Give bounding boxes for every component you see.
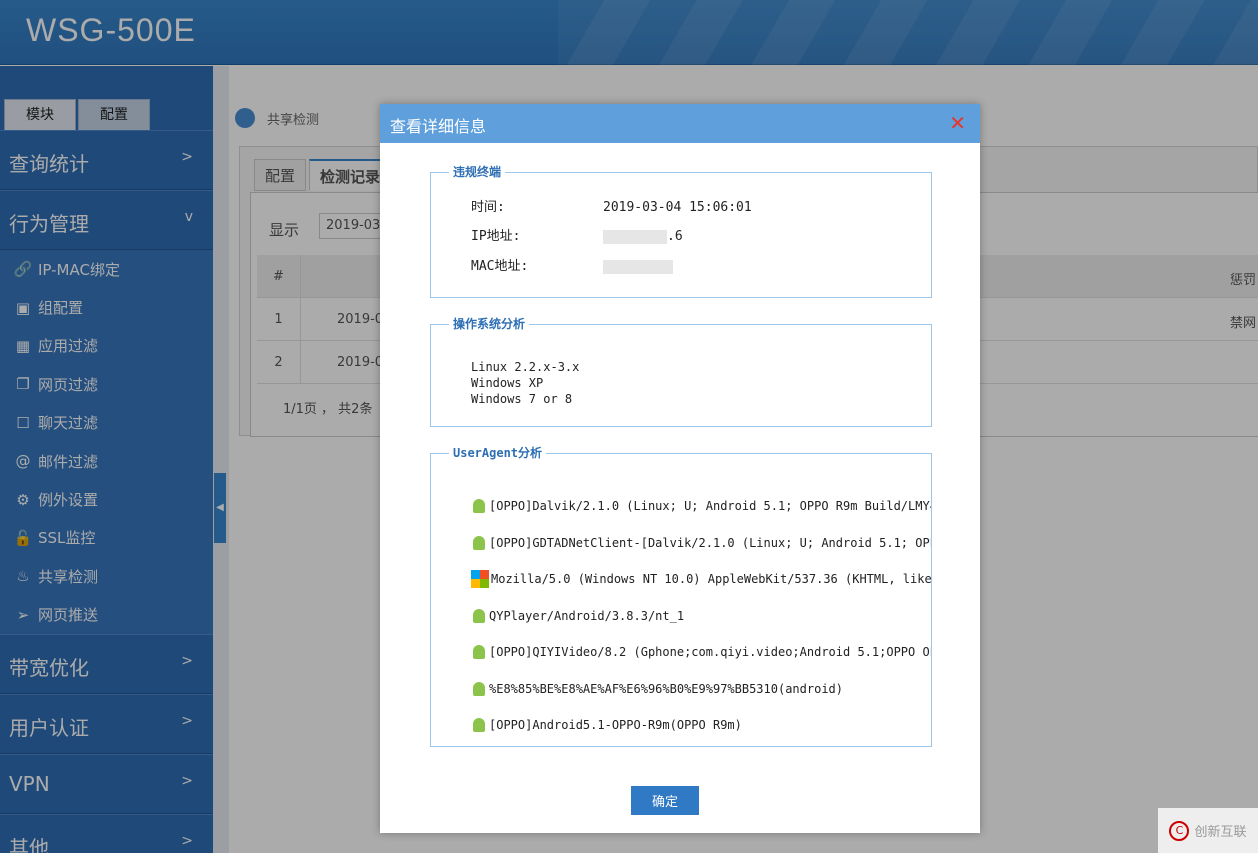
ua-fieldset: UserAgent分析 [OPPO]Dalvik/2.1.0 (Linux; U… [430,444,932,747]
ua-item: [OPPO]Dalvik/2.1.0 (Linux; U; Android 5.… [471,488,931,525]
os-line: Windows XP [471,376,544,390]
os-fieldset: 操作系统分析 Linux 2.2.x-3.x Windows XP Window… [430,315,932,427]
android-icon [473,718,485,733]
modal-header: 查看详细信息 ✕ [380,104,980,143]
time-label: 时间: [471,200,505,215]
ip-redacted [603,229,667,244]
android-icon [473,499,485,514]
android-icon [473,608,485,623]
os-line: Windows 7 or 8 [471,392,573,406]
modal-title: 查看详细信息 [390,117,487,136]
ua-item: QYPlayer/Android/3.8.3/nt_1 [471,598,931,635]
ip-row: IP地址: .6 [471,225,683,244]
ua-item: Mozilla/5.0 (Windows NT 10.0) AppleWebKi… [471,561,931,598]
ua-list: [OPPO]Dalvik/2.1.0 (Linux; U; Android 5.… [471,488,931,744]
ip-label: IP地址: [471,229,521,244]
ua-text: Mozilla/5.0 (Windows NT 10.0) AppleWebKi… [491,572,931,587]
ua-text: [OPPO]GDTADNetClient-[Dalvik/2.1.0 (Linu… [489,535,931,550]
android-icon [473,535,485,550]
time-value: 2019-03-04 15:06:01 [603,200,752,215]
ua-item: [OPPO]Android5.1-OPPO-R9m(OPPO R9m) [471,707,931,744]
ua-item: %E8%85%BE%E8%AE%AF%E6%96%B0%E9%97%BB5310… [471,671,931,708]
os-list: Linux 2.2.x-3.x Windows XP Windows 7 or … [471,359,579,407]
os-line: Linux 2.2.x-3.x [471,360,580,374]
time-row: 时间: 2019-03-04 15:06:01 [471,196,752,215]
terminal-legend: 违规终端 [449,163,506,180]
ua-text: QYPlayer/Android/3.8.3/nt_1 [489,608,685,623]
mac-row: MAC地址: [471,255,673,274]
watermark: C 创新互联 [1158,808,1258,853]
android-icon [473,645,485,660]
ua-item: [OPPO]GDTADNetClient-[Dalvik/2.1.0 (Linu… [471,525,931,562]
mac-label: MAC地址: [471,259,529,274]
detail-modal: 查看详细信息 ✕ 违规终端 时间: 2019-03-04 15:06:01 IP地… [380,104,980,833]
ip-tail: .6 [667,229,683,244]
watermark-logo-icon: C [1169,820,1190,841]
ua-text: [OPPO]Android5.1-OPPO-R9m(OPPO R9m) [489,718,742,733]
windows-icon [471,570,489,589]
ua-legend: UserAgent分析 [449,444,547,461]
ua-text: [OPPO]QIYIVideo/8.2 (Gphone;com.qiyi.vid… [489,645,931,660]
os-legend: 操作系统分析 [449,315,530,332]
android-icon [473,681,485,696]
mac-redacted [603,259,673,274]
close-icon[interactable]: ✕ [949,111,966,135]
ua-text: %E8%85%BE%E8%AE%AF%E6%96%B0%E9%97%BB5310… [489,681,844,696]
ua-item: [OPPO]QIYIVideo/8.2 (Gphone;com.qiyi.vid… [471,634,931,671]
ok-button[interactable]: 确定 [631,786,699,815]
terminal-fieldset: 违规终端 时间: 2019-03-04 15:06:01 IP地址: .6 MAC地… [430,163,932,298]
ua-text: [OPPO]Dalvik/2.1.0 (Linux; U; Android 5.… [489,499,931,514]
watermark-text: 创新互联 [1194,825,1247,840]
